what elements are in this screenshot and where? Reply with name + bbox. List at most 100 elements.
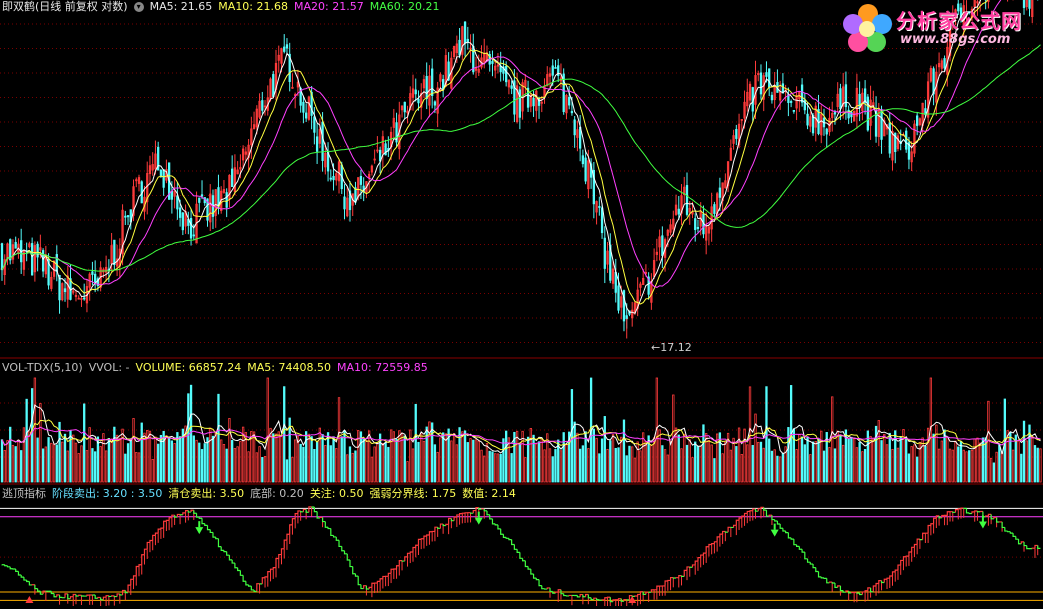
logo-url[interactable]: www.88gs.com xyxy=(900,32,1010,47)
volume-bar xyxy=(694,441,697,483)
indicator-step xyxy=(801,549,805,553)
volume-bar xyxy=(811,441,815,483)
volume-bar xyxy=(299,443,302,483)
volume-bar xyxy=(195,439,198,483)
candle-body xyxy=(176,195,179,210)
volume-bar xyxy=(222,444,226,483)
candle-body xyxy=(554,67,557,69)
volume-bar xyxy=(307,433,311,483)
volume-bar xyxy=(642,432,645,483)
volume-bar xyxy=(0,439,4,483)
indicator-step xyxy=(965,508,970,514)
candle-body xyxy=(91,271,94,275)
volume-bar xyxy=(99,446,102,483)
indicator-step xyxy=(491,518,496,525)
sell-signal-arrow xyxy=(474,517,483,525)
indicator-step xyxy=(335,536,340,541)
volume-ma5-value: MA5: 74408.50 xyxy=(247,361,331,374)
volume-bar xyxy=(548,448,552,483)
candle-body xyxy=(598,206,601,208)
volume-bar xyxy=(529,427,532,483)
volume-bar xyxy=(354,450,357,483)
stock-chart[interactable] xyxy=(0,0,1043,609)
volume-bar xyxy=(381,443,385,483)
volume-bar xyxy=(674,427,678,483)
indicator-step xyxy=(206,525,211,531)
volume-bar xyxy=(461,431,464,483)
volume-bar xyxy=(329,445,332,483)
candle-body xyxy=(518,89,522,118)
volume-bar xyxy=(888,432,891,483)
indicator-title[interactable]: 逃顶指标 xyxy=(2,487,46,500)
volume-bar xyxy=(211,435,215,483)
indicator-step xyxy=(839,585,844,592)
volume-bar xyxy=(359,431,363,483)
volume-bar xyxy=(178,436,182,483)
dropdown-icon[interactable]: ▾ xyxy=(133,2,144,12)
volume-bar xyxy=(28,431,31,483)
candle-body xyxy=(792,109,796,112)
volume-bar xyxy=(304,431,308,483)
chart-title[interactable]: 即双鹤(日线 前复权 对数) xyxy=(2,0,128,13)
volume-bar xyxy=(540,438,543,483)
volume-bar xyxy=(33,377,37,483)
volume-bar xyxy=(905,438,908,483)
volume-bar xyxy=(543,449,546,483)
volume-bar xyxy=(787,427,790,483)
volume-bar xyxy=(376,442,379,483)
candle-body xyxy=(603,237,606,269)
candle-body xyxy=(573,119,576,136)
volume-bar xyxy=(683,433,686,483)
volume-bar xyxy=(1011,449,1015,483)
candle-body xyxy=(63,288,67,293)
volume-bar xyxy=(1025,440,1028,483)
volume-bar xyxy=(6,440,9,483)
indicator-step xyxy=(343,550,348,555)
volume-bar xyxy=(759,441,763,483)
volume-bar xyxy=(11,444,15,483)
candle-body xyxy=(181,212,184,231)
volume-bar xyxy=(187,393,190,483)
buy-signal-arrow xyxy=(25,596,34,603)
volume-bar xyxy=(699,445,702,483)
indicator-step xyxy=(321,517,326,523)
indicator-step xyxy=(34,584,38,590)
candle-body xyxy=(677,208,680,215)
volume-bar xyxy=(294,439,297,483)
volume-bar xyxy=(636,441,639,483)
volume-bar xyxy=(757,441,760,483)
volume-bar xyxy=(535,443,538,483)
candle-body xyxy=(94,273,97,283)
volume-bar xyxy=(225,448,228,483)
indicator-step xyxy=(26,580,30,583)
indicator-step xyxy=(324,521,329,528)
volume-bar xyxy=(74,442,78,483)
indicator-step xyxy=(1006,531,1011,533)
volume-bar xyxy=(452,433,456,483)
indicator-step xyxy=(250,586,255,591)
indicator-step xyxy=(349,559,353,568)
indicator-step xyxy=(1004,527,1008,532)
ma60-value: MA60: 20.21 xyxy=(369,0,440,13)
volume-bar xyxy=(806,436,809,483)
volume-bar xyxy=(220,439,223,483)
candle-body xyxy=(584,157,587,182)
volume-indicator-title[interactable]: VOL-TDX(5,10) xyxy=(2,361,83,374)
bottom-value: 底部: 0.20 xyxy=(250,487,304,500)
indicator-step xyxy=(486,510,490,516)
indicator-step xyxy=(535,578,540,581)
volume-bar xyxy=(22,427,26,483)
volume-bar xyxy=(365,440,368,483)
volume-bar xyxy=(167,438,171,483)
volume-bar xyxy=(573,421,576,483)
volume-bar xyxy=(885,444,889,483)
site-logo: 分析家公式网 www.88gs.com xyxy=(842,2,1037,56)
volume-bar xyxy=(502,438,505,483)
candle-body xyxy=(510,85,513,89)
volume-bar xyxy=(570,389,574,483)
volume-bar xyxy=(979,442,982,483)
volume-bar xyxy=(732,437,735,483)
volume-bar xyxy=(258,446,261,483)
candle-body xyxy=(159,169,163,178)
candle-body xyxy=(403,101,406,113)
